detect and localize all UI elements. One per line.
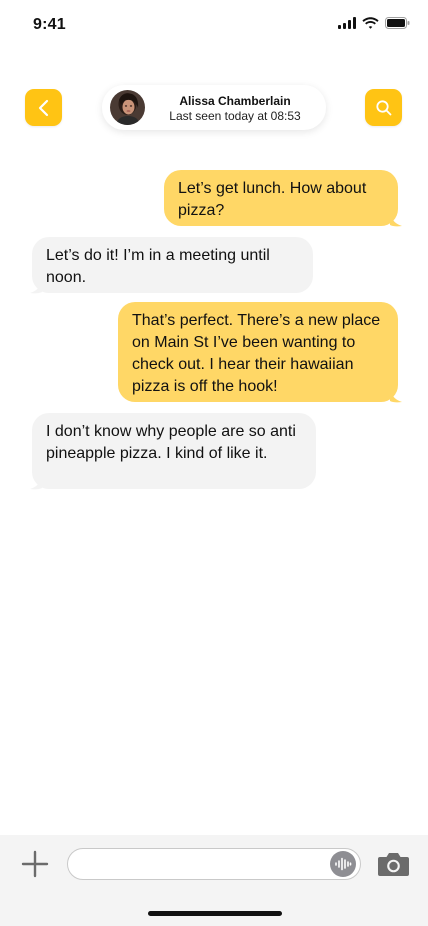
status-icons <box>338 17 410 29</box>
add-attachment-button[interactable] <box>20 849 50 879</box>
back-button[interactable] <box>25 89 62 126</box>
plus-icon <box>21 850 49 878</box>
camera-button[interactable] <box>377 851 410 877</box>
avatar <box>110 90 145 125</box>
contact-card[interactable]: Alissa Chamberlain Last seen today at 08… <box>102 85 326 130</box>
contact-last-seen: Last seen today at 08:53 <box>169 109 301 123</box>
message-text: Let’s get lunch. How about pizza? <box>178 180 367 219</box>
camera-icon <box>378 853 409 876</box>
cellular-signal-icon <box>338 17 356 29</box>
bubble-tail <box>30 476 42 490</box>
home-indicator <box>148 911 282 916</box>
composer-bar <box>0 835 428 926</box>
message-text: I don’t know why people are so anti pine… <box>46 423 296 462</box>
message-text: That’s perfect. There’s a new place on M… <box>132 312 381 395</box>
message-bubble-received[interactable]: I don’t know why people are so anti pine… <box>32 413 316 489</box>
bubble-tail <box>30 280 42 294</box>
wifi-icon <box>362 17 379 29</box>
message-input[interactable] <box>67 848 361 880</box>
message-text: Let’s do it! I’m in a meeting until noon… <box>46 247 270 286</box>
message-bubble-sent[interactable]: That’s perfect. There’s a new place on M… <box>118 302 398 402</box>
status-time: 9:41 <box>33 16 66 33</box>
search-icon <box>375 99 391 115</box>
message-bubble-received[interactable]: Let’s do it! I’m in a meeting until noon… <box>32 237 313 293</box>
waveform-icon <box>335 857 352 871</box>
bubble-tail <box>390 389 402 403</box>
message-bubble-sent[interactable]: Let’s get lunch. How about pizza? <box>164 170 398 226</box>
contact-name: Alissa Chamberlain <box>179 94 291 108</box>
search-button[interactable] <box>365 89 402 126</box>
bubble-tail <box>390 213 402 227</box>
status-bar: 9:41 <box>0 0 428 52</box>
voice-message-button[interactable] <box>330 851 356 877</box>
chevron-left-icon <box>38 99 48 116</box>
battery-icon <box>385 17 410 29</box>
